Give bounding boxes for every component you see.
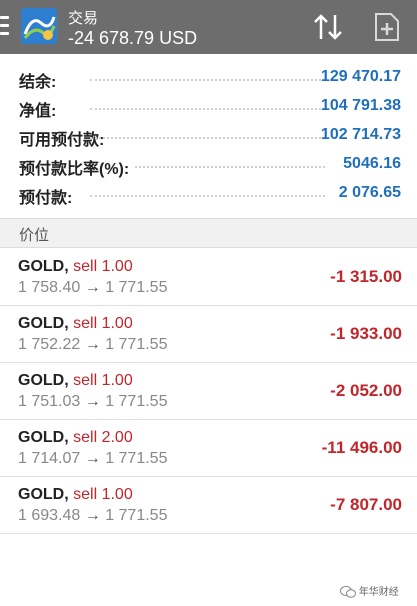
dotted-leader xyxy=(90,195,325,197)
dotted-leader xyxy=(90,79,325,81)
arrow-right-icon: → xyxy=(84,279,101,296)
open-price: 1 752.22 xyxy=(18,336,81,353)
open-price: 1 714.07 xyxy=(18,450,81,467)
current-price: 1 771.55 xyxy=(105,450,168,467)
summary-label: 预付款比率(%): xyxy=(19,161,130,178)
dotted-leader xyxy=(90,137,325,139)
page-title: 交易 xyxy=(68,10,99,27)
position-profit: -1 315.00 xyxy=(330,267,402,286)
position-profit: -2 052.00 xyxy=(330,381,402,400)
summary-value: 102 714.73 xyxy=(320,126,401,143)
position-profit: -11 496.00 xyxy=(321,438,402,457)
menu-icon[interactable] xyxy=(0,14,12,38)
section-title: 价位 xyxy=(19,227,50,244)
summary-label: 结余: xyxy=(19,74,57,91)
arrow-right-icon: → xyxy=(84,507,101,524)
current-price: 1 771.55 xyxy=(105,336,168,353)
current-price: 1 771.55 xyxy=(105,393,168,410)
positions-section-header: 价位 xyxy=(0,218,417,248)
summary-row-free-margin: 可用预付款: 102 714.73 xyxy=(0,122,417,151)
position-side-volume: sell 1.00 xyxy=(73,486,133,503)
position-side-volume: sell 2.00 xyxy=(73,429,133,446)
watermark: 年华财经 xyxy=(340,583,399,599)
position-symbol: GOLD, xyxy=(18,315,69,332)
summary-label: 预付款: xyxy=(19,190,73,207)
arrow-right-icon: → xyxy=(84,393,101,410)
open-price: 1 758.40 xyxy=(18,279,81,296)
metatrader-logo xyxy=(21,8,57,44)
top-app-bar: 交易 -24 678.79 USD xyxy=(0,0,417,54)
position-symbol: GOLD, xyxy=(18,486,69,503)
position-row[interactable]: GOLD, sell 1.00 1 752.22 → 1 771.55 -1 9… xyxy=(0,306,417,363)
account-summary: 结余: 129 470.17 净值: 104 791.38 可用预付款: 102… xyxy=(0,54,417,214)
position-symbol: GOLD, xyxy=(18,429,69,446)
arrow-right-icon: → xyxy=(84,450,101,467)
current-price: 1 771.55 xyxy=(105,279,168,296)
summary-value: 104 791.38 xyxy=(320,97,401,114)
summary-value: 5046.16 xyxy=(343,155,401,172)
position-profit: -7 807.00 xyxy=(330,495,402,514)
position-profit: -1 933.00 xyxy=(330,324,402,343)
position-side-volume: sell 1.00 xyxy=(73,315,133,332)
sort-icon[interactable] xyxy=(312,12,344,42)
position-symbol: GOLD, xyxy=(18,258,69,275)
summary-label: 净值: xyxy=(19,103,57,120)
open-price: 1 751.03 xyxy=(18,393,81,410)
account-profit-total: -24 678.79 USD xyxy=(68,28,198,48)
position-symbol: GOLD, xyxy=(18,372,69,389)
summary-row-margin: 预付款: 2 076.65 xyxy=(0,180,417,209)
summary-row-balance: 结余: 129 470.17 xyxy=(0,64,417,93)
dotted-leader xyxy=(135,166,325,168)
position-side-volume: sell 1.00 xyxy=(73,258,133,275)
summary-value: 129 470.17 xyxy=(320,68,401,85)
dotted-leader xyxy=(90,108,325,110)
arrow-right-icon: → xyxy=(84,336,101,353)
summary-row-margin-level: 预付款比率(%): 5046.16 xyxy=(0,151,417,180)
position-row[interactable]: GOLD, sell 2.00 1 714.07 → 1 771.55 -11 … xyxy=(0,420,417,477)
watermark-text: 年华财经 xyxy=(358,587,399,598)
position-row[interactable]: GOLD, sell 1.00 1 693.48 → 1 771.55 -7 8… xyxy=(0,477,417,534)
position-row[interactable]: GOLD, sell 1.00 1 758.40 → 1 771.55 -1 3… xyxy=(0,249,417,306)
wechat-icon xyxy=(340,586,356,599)
new-order-icon[interactable] xyxy=(374,12,400,42)
current-price: 1 771.55 xyxy=(105,507,168,524)
summary-row-equity: 净值: 104 791.38 xyxy=(0,93,417,122)
open-price: 1 693.48 xyxy=(18,507,81,524)
position-row[interactable]: GOLD, sell 1.00 1 751.03 → 1 771.55 -2 0… xyxy=(0,363,417,420)
summary-value: 2 076.65 xyxy=(338,184,401,201)
position-side-volume: sell 1.00 xyxy=(73,372,133,389)
